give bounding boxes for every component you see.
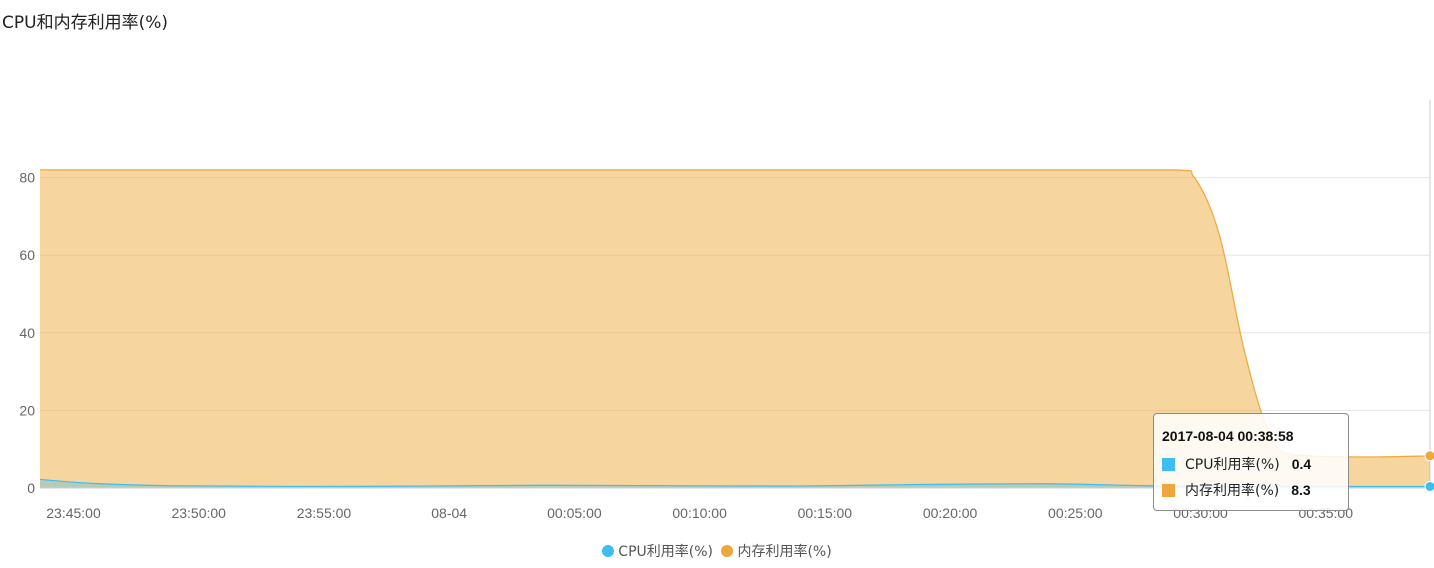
- y-tick-label-40: 40: [19, 325, 35, 341]
- legend-item-cpu[interactable]: CPU利用率(%): [602, 541, 713, 561]
- legend-memory-label: 内存利用率(%): [737, 544, 832, 560]
- chart-container: CPU和内存利用率(%) 0 20 40 60 80 23:45:00 23:50:00 23…: [0, 0, 1434, 568]
- tooltip-cpu-value: 0.4: [1291, 456, 1312, 472]
- x-tick-label-4: 00:05:00: [547, 505, 602, 521]
- x-tick-label-0: 23:45:00: [46, 505, 101, 521]
- tooltip-memory-value: 8.3: [1291, 482, 1311, 498]
- tooltip-row-cpu: CPU利用率(%) 0.4: [1162, 451, 1340, 477]
- x-tick-label-8: 00:25:00: [1048, 505, 1103, 521]
- legend-cpu-label: CPU利用率(%): [618, 544, 713, 560]
- x-tick-label-6: 00:15:00: [798, 505, 853, 521]
- tooltip-row-memory: 内存利用率(%) 8.3: [1162, 477, 1340, 503]
- x-tick-label-5: 00:10:00: [672, 505, 727, 521]
- y-tick-label-20: 20: [19, 402, 35, 418]
- tooltip: 2017-08-04 00:38:58 CPU利用率(%) 0.4 内存利用率(%…: [1153, 413, 1349, 511]
- y-tick-label-80: 80: [19, 170, 35, 186]
- tooltip-memory-label: 内存利用率(%): [1185, 483, 1280, 499]
- x-tick-label-3: 08-04: [431, 505, 467, 521]
- tooltip-cpu-swatch: [1162, 458, 1175, 471]
- legend-cpu-dot-icon: [602, 545, 615, 557]
- chart-legend: CPU利用率(%) 内存利用率(%): [0, 541, 1434, 561]
- hover-marker-memory: [1424, 450, 1434, 462]
- x-tick-label-2: 23:55:00: [297, 505, 352, 521]
- y-tick-label-60: 60: [19, 247, 35, 263]
- tooltip-cpu-label: CPU利用率(%): [1185, 457, 1280, 473]
- hover-marker-cpu: [1424, 480, 1434, 492]
- y-tick-label-0: 0: [27, 480, 35, 496]
- legend-memory-dot-icon: [721, 545, 734, 557]
- legend-item-memory[interactable]: 内存利用率(%): [721, 541, 832, 561]
- tooltip-memory-swatch: [1162, 484, 1175, 497]
- x-tick-label-7: 00:20:00: [923, 505, 978, 521]
- tooltip-time: 2017-08-04 00:38:58: [1162, 428, 1294, 444]
- x-tick-label-1: 23:50:00: [171, 505, 226, 521]
